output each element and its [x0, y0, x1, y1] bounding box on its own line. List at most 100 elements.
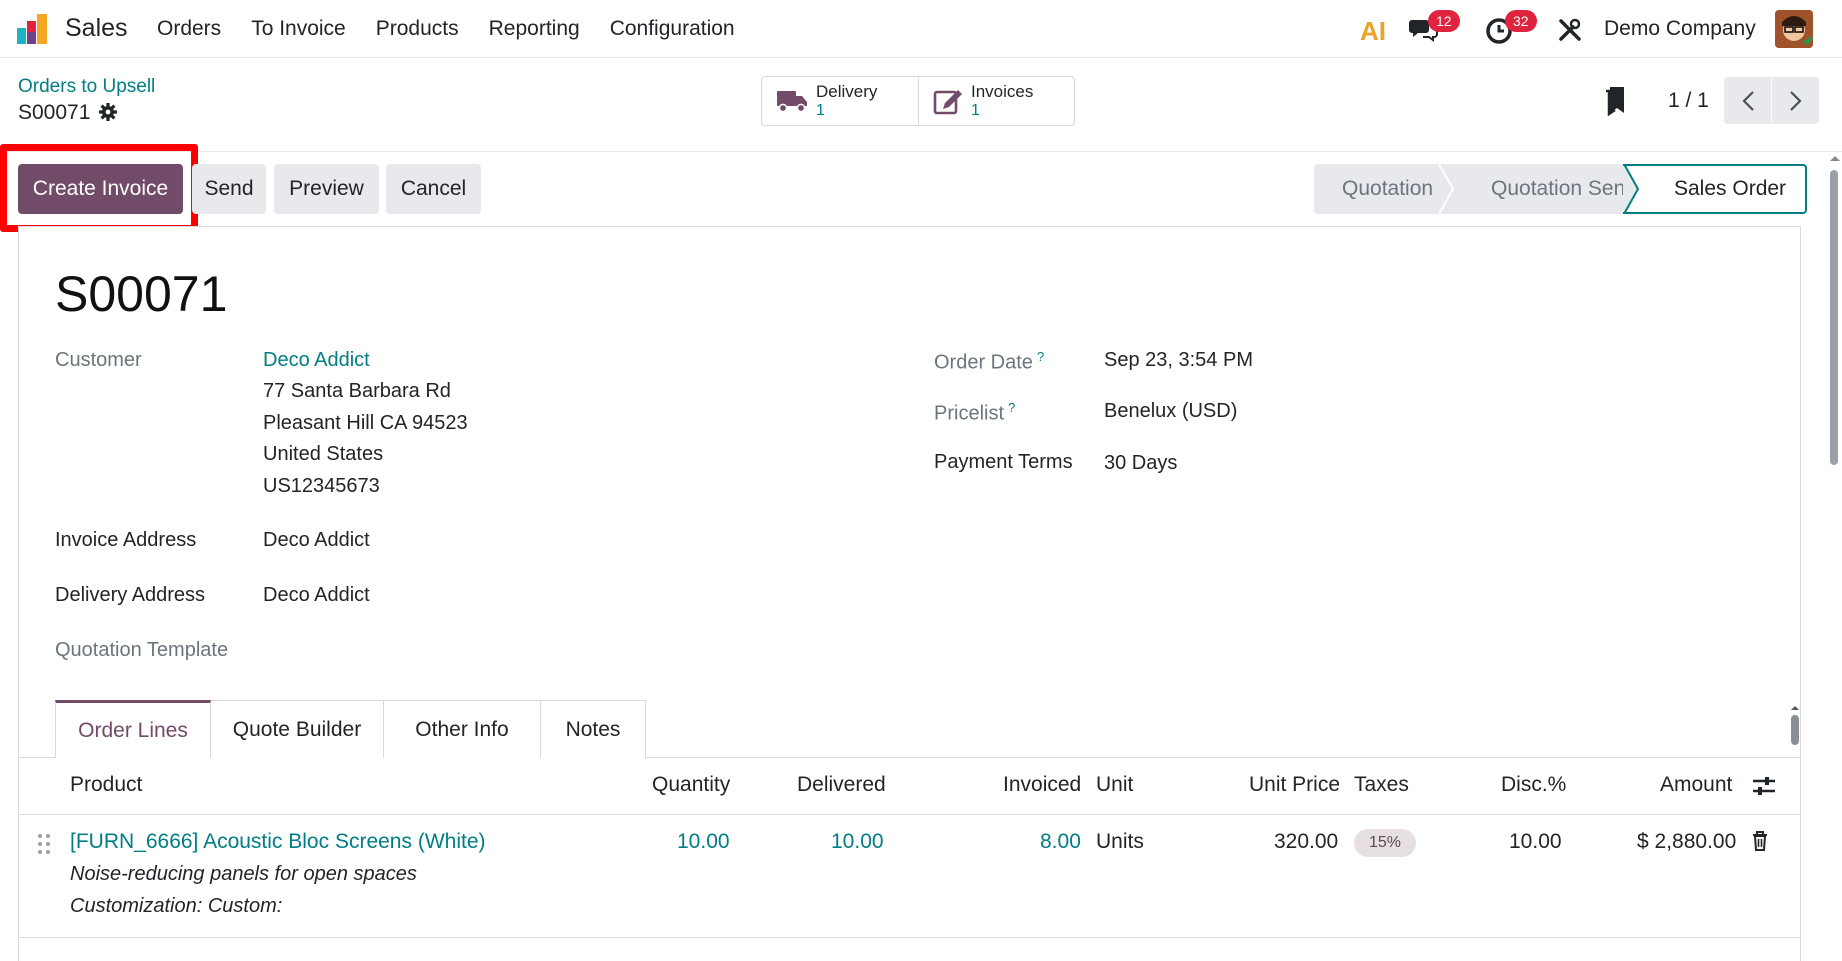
col-unit[interactable]: Unit: [1096, 773, 1133, 797]
trash-icon[interactable]: [1752, 831, 1768, 851]
pricelist-label-text: Pricelist: [934, 402, 1005, 425]
notebook-tabs: Order Lines Quote Builder Other Info Not…: [55, 700, 646, 758]
row-invoiced[interactable]: 8.00: [1040, 830, 1081, 854]
address-line-3: United States: [263, 443, 384, 465]
menu-to-invoice[interactable]: To Invoice: [236, 17, 361, 41]
bookmark-icon[interactable]: [1604, 86, 1626, 116]
address-line-1: 77 Santa Barbara Rd: [263, 380, 451, 402]
breadcrumb[interactable]: Orders to Upsell: [18, 76, 155, 98]
invoice-address-label: Invoice Address: [55, 529, 197, 551]
drag-handle-icon[interactable]: [37, 833, 51, 855]
order-date-label-text: Order Date: [934, 351, 1033, 374]
invoices-label: Invoices: [971, 82, 1034, 101]
page-scrollbar-thumb[interactable]: [1830, 170, 1838, 465]
table-row-divider: [18, 937, 1801, 938]
col-unit-price[interactable]: Unit Price: [1249, 773, 1340, 797]
col-quantity[interactable]: Quantity: [652, 773, 730, 797]
app-name[interactable]: Sales: [65, 14, 128, 43]
chevron-right-icon: [1789, 90, 1802, 111]
sales-app-icon[interactable]: [16, 12, 50, 46]
menu-configuration[interactable]: Configuration: [595, 17, 750, 41]
pricelist-help-icon[interactable]: ?: [1008, 400, 1015, 415]
row-amount: $ 2,880.00: [1637, 830, 1737, 853]
scroll-up-icon[interactable]: [1829, 154, 1841, 162]
order-date-help-icon[interactable]: ?: [1037, 349, 1044, 364]
edit-icon: [933, 90, 962, 115]
tab-quote-builder[interactable]: Quote Builder: [211, 700, 384, 758]
row-product[interactable]: [FURN_6666] Acoustic Bloc Screens (White…: [70, 830, 486, 854]
ai-icon[interactable]: AI: [1360, 16, 1386, 47]
inner-scroll-up-icon[interactable]: [1790, 704, 1800, 711]
status-bar: Quotation Quotation Sent Sales Order: [1314, 164, 1807, 214]
address-line-4: US12345673: [263, 475, 380, 497]
inner-scrollbar-thumb[interactable]: [1791, 715, 1799, 745]
order-name: S00071: [55, 266, 228, 322]
delivery-smart-button[interactable]: Delivery 1: [762, 77, 918, 125]
control-divider: [0, 151, 1842, 152]
pricelist-field[interactable]: Benelux (USD): [1104, 400, 1237, 423]
user-avatar[interactable]: [1775, 10, 1813, 48]
payment-terms-label: Payment Terms: [934, 451, 1073, 473]
pricelist-label: Pricelist?: [934, 400, 1015, 426]
delivery-label: Delivery: [816, 82, 878, 101]
chat-badge: 12: [1428, 10, 1460, 32]
col-invoiced[interactable]: Invoiced: [1003, 773, 1081, 797]
address-line-2: Pleasant Hill CA 94523: [263, 412, 468, 434]
menu-reporting[interactable]: Reporting: [474, 17, 595, 41]
pager-buttons: [1724, 77, 1819, 124]
stage-quotation-label: Quotation: [1342, 177, 1434, 200]
col-discount[interactable]: Disc.%: [1501, 773, 1566, 797]
main-menu: Orders To Invoice Products Reporting Con…: [157, 17, 750, 41]
order-date-label: Order Date?: [934, 349, 1044, 375]
table-header-divider: [18, 814, 1801, 815]
pager-next-button[interactable]: [1772, 77, 1819, 124]
company-switcher[interactable]: Demo Company: [1604, 17, 1756, 41]
tab-notes[interactable]: Notes: [541, 700, 646, 758]
order-date-field[interactable]: Sep 23, 3:54 PM: [1104, 349, 1253, 372]
pager-previous-button[interactable]: [1724, 77, 1771, 124]
col-taxes[interactable]: Taxes: [1354, 773, 1409, 797]
row-quantity[interactable]: 10.00: [677, 830, 730, 854]
highlight-annotation: [0, 144, 198, 232]
invoices-smart-button[interactable]: Invoices 1: [918, 77, 1074, 125]
customer-label: Customer: [55, 349, 142, 371]
row-delivered[interactable]: 10.00: [831, 830, 884, 854]
menu-orders[interactable]: Orders: [157, 17, 236, 41]
stage-quotation-sent-label: Quotation Sent: [1491, 177, 1632, 200]
col-amount[interactable]: Amount: [1660, 773, 1732, 797]
stage-quotation-sent[interactable]: Quotation Sent: [1453, 164, 1637, 214]
stage-sales-order-label: Sales Order: [1674, 177, 1787, 200]
gear-icon[interactable]: [98, 102, 118, 122]
row-discount[interactable]: 10.00: [1509, 830, 1562, 854]
stage-arrow-2: [1623, 164, 1645, 214]
stage-sales-order[interactable]: Sales Order: [1637, 164, 1807, 214]
top-navbar: Sales Orders To Invoice Products Reporti…: [0, 0, 1842, 58]
row-unit-price[interactable]: 320.00: [1274, 830, 1338, 854]
invoice-address-field[interactable]: Deco Addict: [263, 529, 370, 552]
delivery-address-label: Delivery Address: [55, 584, 206, 606]
preview-button[interactable]: Preview: [274, 164, 379, 214]
row-unit[interactable]: Units: [1096, 830, 1144, 854]
truck-icon: [777, 91, 807, 113]
pager-value[interactable]: 1 / 1: [1668, 89, 1709, 113]
menu-products[interactable]: Products: [361, 17, 474, 41]
avatar-icon: [1775, 10, 1813, 48]
cancel-button[interactable]: Cancel: [386, 164, 481, 214]
activity-badge: 32: [1505, 10, 1537, 32]
customer-link[interactable]: Deco Addict: [263, 349, 370, 372]
tab-other-info[interactable]: Other Info: [384, 700, 541, 758]
column-settings-icon[interactable]: [1752, 775, 1776, 797]
row-customization: Customization: Custom:: [70, 895, 283, 917]
col-product[interactable]: Product: [70, 773, 142, 797]
stage-quotation[interactable]: Quotation: [1314, 164, 1453, 214]
delivery-address-field[interactable]: Deco Addict: [263, 584, 370, 607]
tools-icon[interactable]: [1557, 17, 1583, 43]
col-delivered[interactable]: Delivered: [797, 773, 886, 797]
tab-order-lines[interactable]: Order Lines: [55, 700, 211, 758]
send-button[interactable]: Send: [192, 164, 266, 214]
row-tax-badge[interactable]: 15%: [1354, 829, 1416, 857]
smart-buttons: Delivery 1 Invoices 1: [761, 76, 1075, 126]
chevron-left-icon: [1741, 90, 1754, 111]
payment-terms-field[interactable]: 30 Days: [1104, 452, 1177, 475]
row-description: Noise-reducing panels for open spaces: [70, 863, 417, 885]
